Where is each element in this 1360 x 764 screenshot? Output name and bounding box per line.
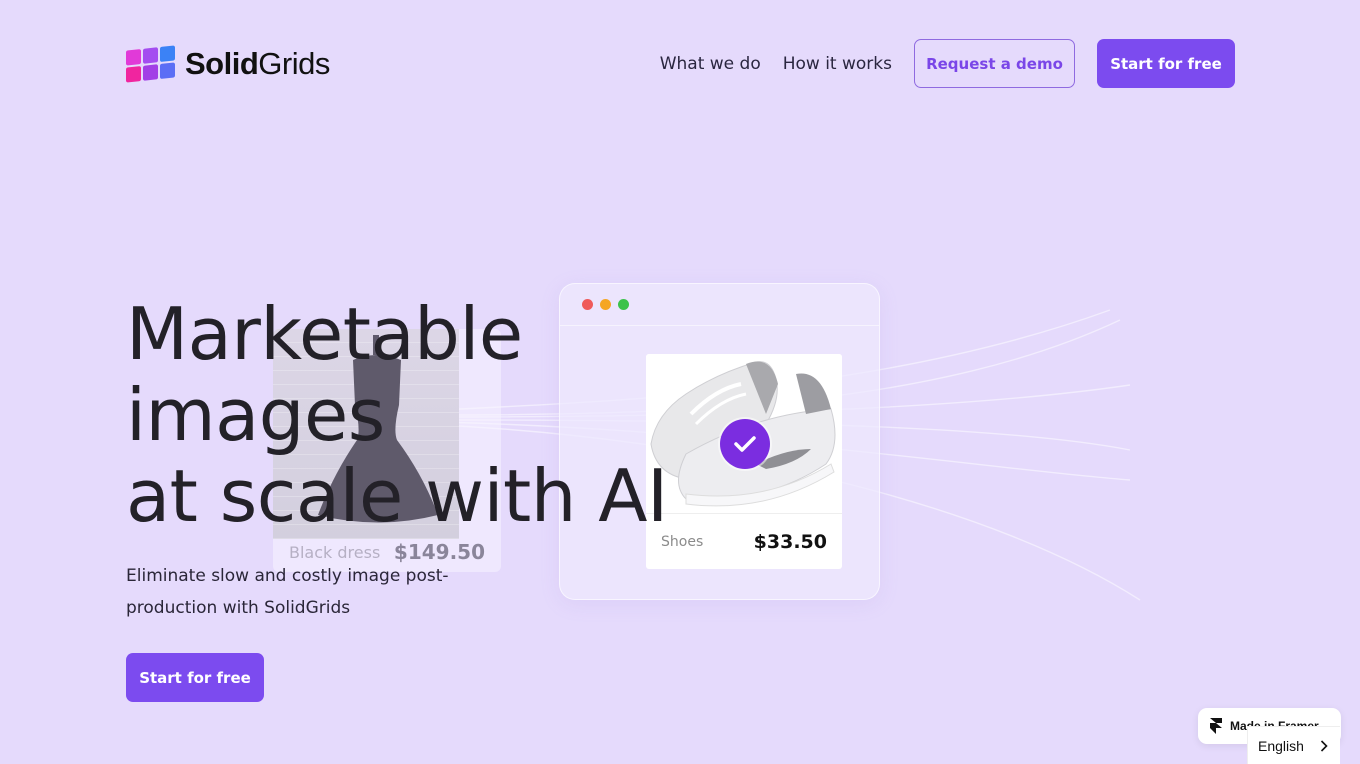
check-badge [720,419,770,469]
check-icon [734,436,756,452]
logo[interactable]: SolidGrids [126,45,330,83]
start-free-button-header[interactable]: Start for free [1097,39,1235,88]
shoe-product-card: Shoes $33.50 [646,354,842,569]
logo-text-light: Grids [258,46,330,81]
logo-tile [143,47,158,64]
logo-tile [160,62,175,80]
hero-title: Marketable images at scale with AI [126,294,668,537]
nav-how-it-works[interactable]: How it works [783,54,892,74]
nav-what-we-do[interactable]: What we do [660,54,761,74]
logo-tile [126,48,141,66]
shoe-card-footer: Shoes $33.50 [646,514,842,569]
shoe-price: $33.50 [753,530,827,553]
logo-tile [126,65,141,83]
chevron-right-icon [1320,739,1328,752]
dress-name: Black dress [289,542,381,562]
language-label: English [1258,737,1304,754]
framer-logo-icon [1210,718,1222,734]
hero-title-line: images [126,373,385,457]
top-nav: What we do How it works Request a demo S… [660,39,1235,88]
logo-grid-icon [126,45,175,83]
start-free-button-hero[interactable]: Start for free [126,653,264,702]
logo-tile [143,64,158,81]
logo-text-bold: Solid [185,46,259,81]
request-demo-button[interactable]: Request a demo [914,39,1075,88]
hero-title-line: at scale with AI [126,454,668,538]
language-selector[interactable]: English [1247,726,1340,764]
hero-subtitle: Eliminate slow and costly image post-pro… [126,566,449,618]
logo-tile [160,45,175,63]
hero-title-line: Marketable [126,292,523,376]
logo-text: SolidGrids [185,46,330,82]
